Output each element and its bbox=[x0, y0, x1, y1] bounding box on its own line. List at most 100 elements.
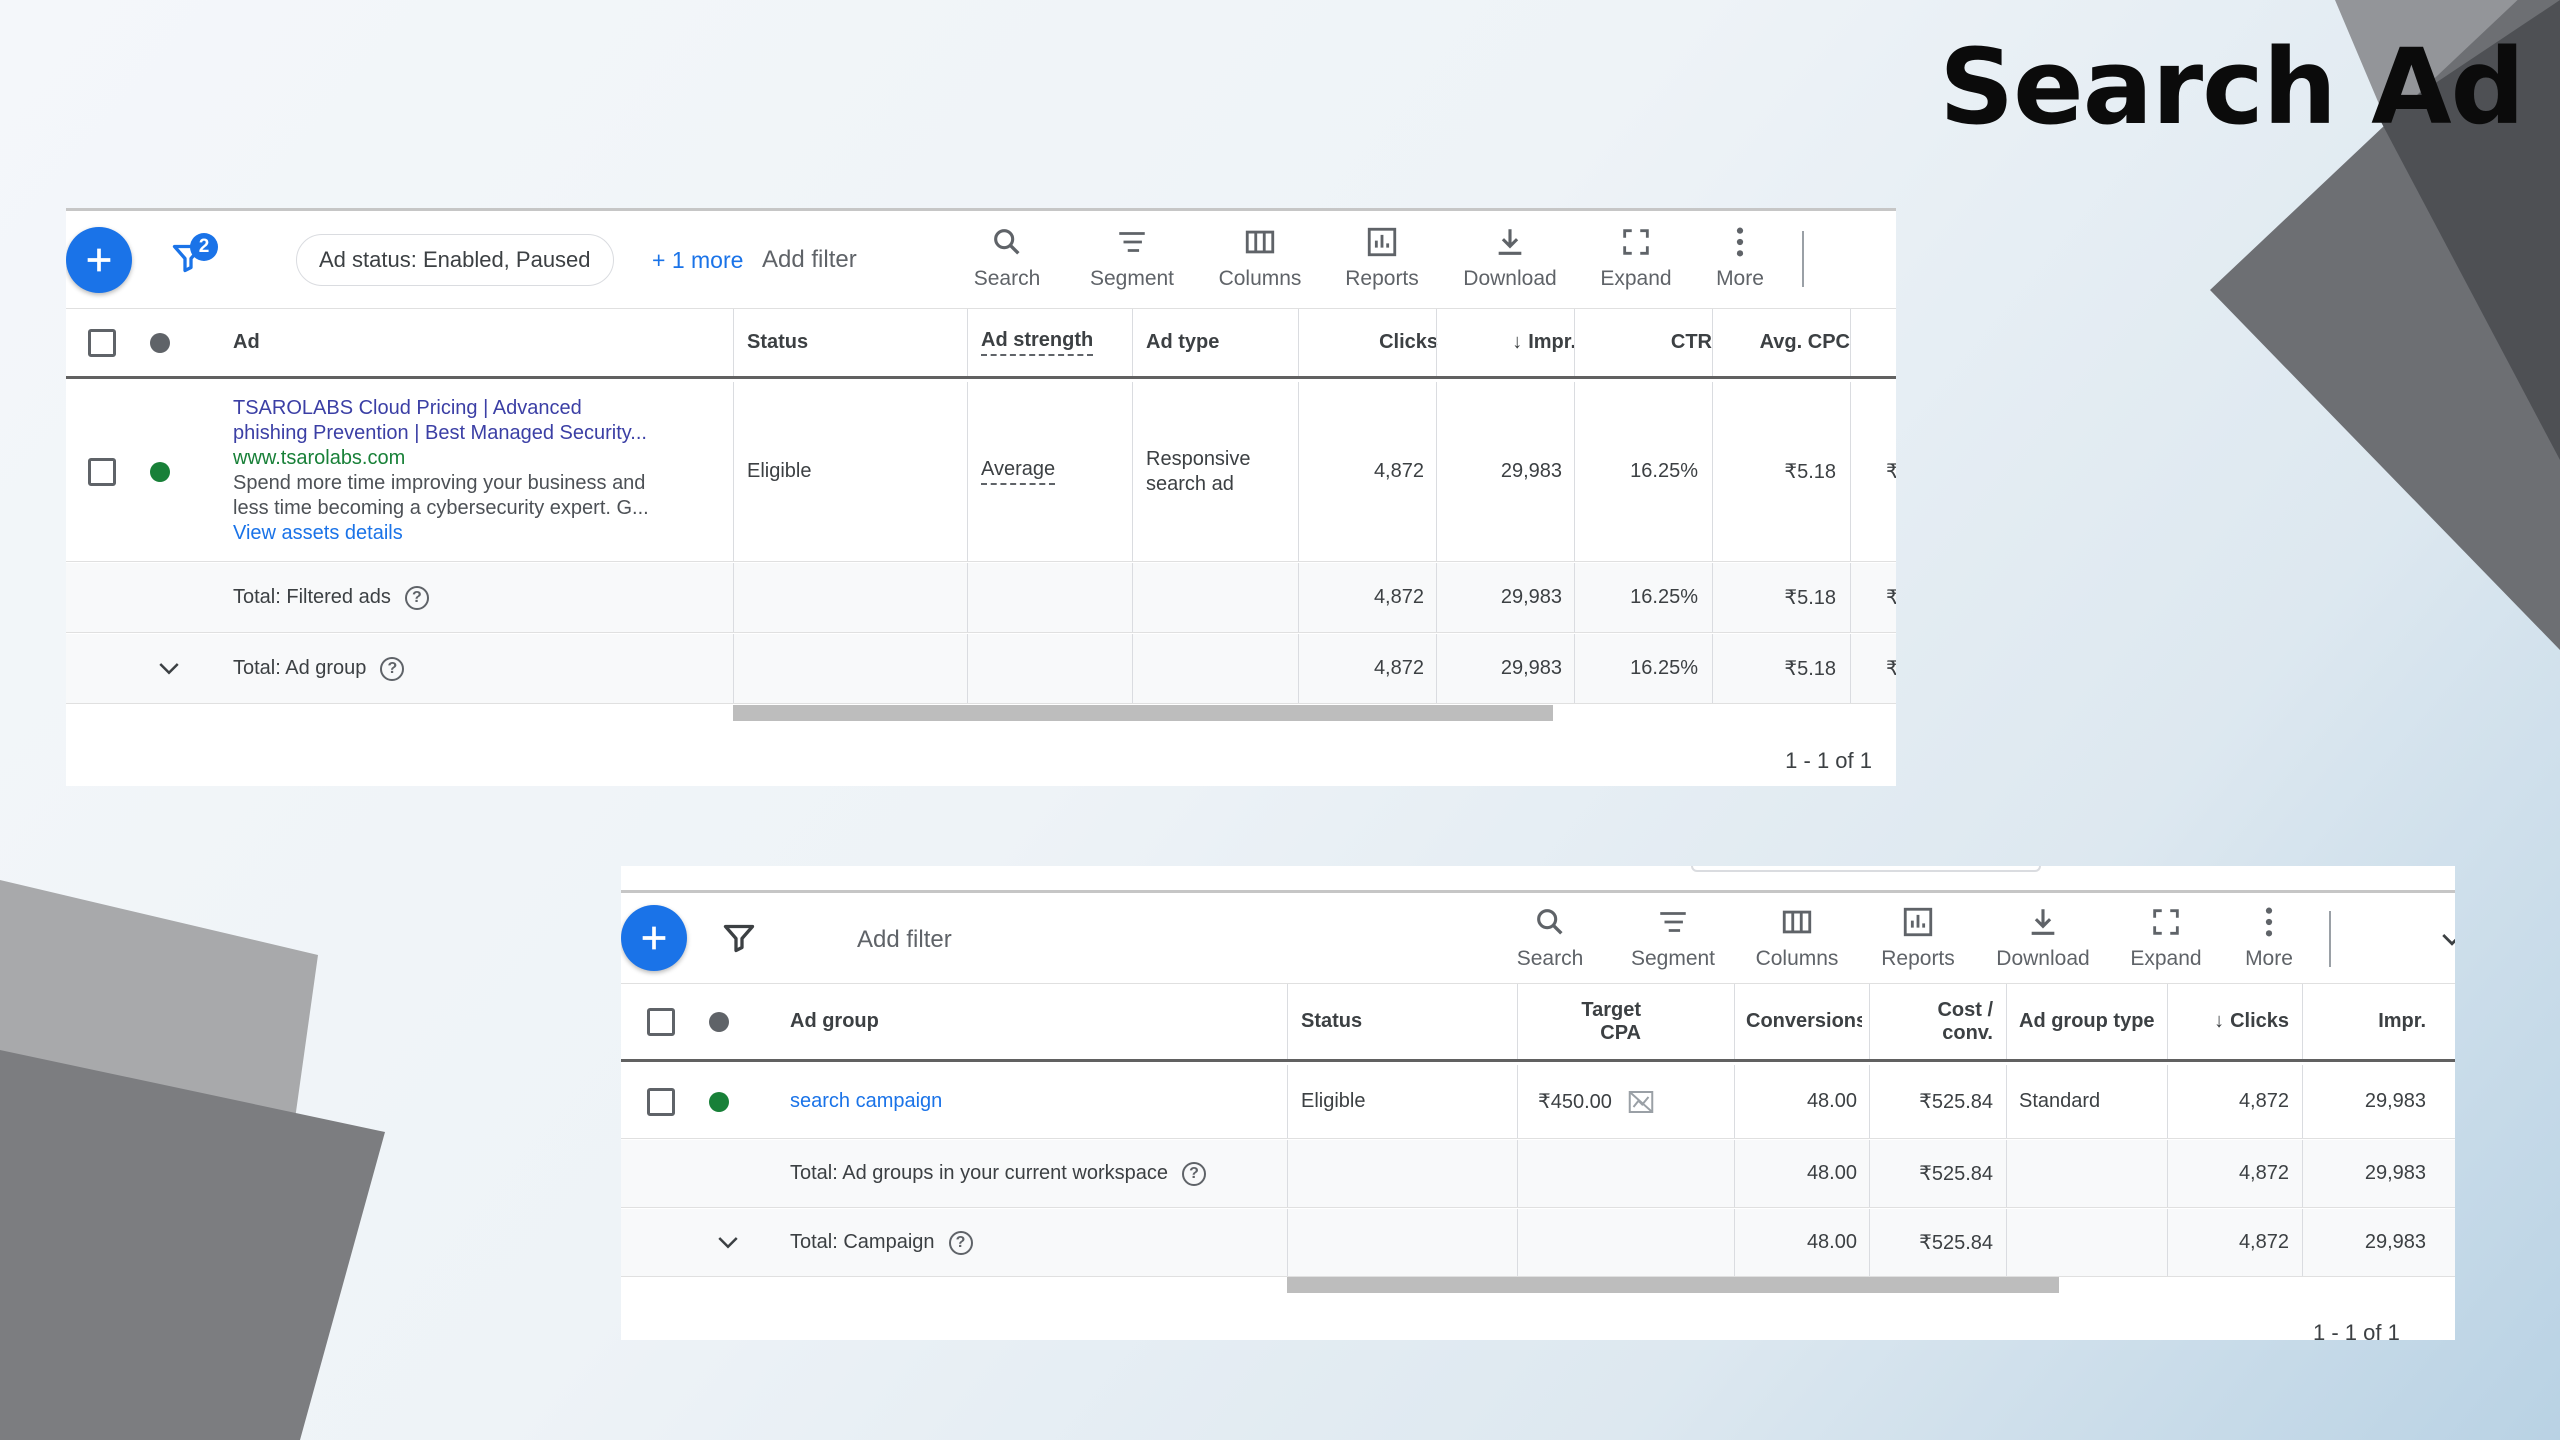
select-all-checkbox[interactable] bbox=[647, 1008, 675, 1036]
total-filtered-avg-cpc: ₹5.18 bbox=[1784, 587, 1836, 609]
toolbar-reports-label: Reports bbox=[1881, 947, 1955, 970]
toolbar-more-button[interactable]: More bbox=[1685, 225, 1795, 291]
ad-display-url: www.tsarolabs.com bbox=[233, 447, 406, 469]
total-filtered-impr: 29,983 bbox=[1500, 586, 1562, 608]
header-status[interactable]: Status bbox=[747, 309, 808, 376]
cost-per-conv-cell: ₹525.84 bbox=[1919, 1091, 1993, 1113]
table-row[interactable]: search campaign Eligible ₹450.00 48.00 ₹… bbox=[621, 1065, 2455, 1139]
ctr-cell: 16.25% bbox=[1630, 460, 1698, 482]
chevron-down-icon[interactable] bbox=[713, 1228, 743, 1258]
help-icon[interactable]: ? bbox=[948, 1230, 973, 1255]
toolbar-download-button[interactable]: Download bbox=[1988, 905, 2098, 971]
sort-arrow-down-icon: ↓ bbox=[1512, 331, 1523, 353]
search-icon bbox=[994, 229, 1020, 255]
pagination-text: 1 - 1 of 1 bbox=[1785, 748, 1872, 773]
total-campaign-label: Total: Campaign? bbox=[790, 1209, 973, 1276]
header-ctr[interactable]: CTR bbox=[1574, 309, 1712, 376]
total-filtered-row: Total: Filtered ads? 4,872 29,983 16.25%… bbox=[66, 563, 1896, 633]
toolbar-columns-button[interactable]: Columns bbox=[1205, 225, 1315, 291]
toolbar-search-label: Search bbox=[973, 267, 1041, 290]
toolbar-search-button[interactable]: Search bbox=[1495, 905, 1605, 971]
header-ad-group-type[interactable]: Ad group type bbox=[2019, 984, 2155, 1059]
view-assets-details-link[interactable]: View assets details bbox=[233, 521, 723, 546]
add-filter-button[interactable]: Add filter bbox=[762, 246, 857, 274]
more-vert-icon bbox=[1736, 227, 1744, 257]
filter-count-badge: 2 bbox=[190, 233, 218, 261]
clicks-cell: 4,872 bbox=[1373, 460, 1424, 482]
ad-status-filter-chip[interactable]: Ad status: Enabled, Paused bbox=[296, 234, 614, 286]
help-icon[interactable]: ? bbox=[1181, 1161, 1206, 1186]
toolbar-search-button[interactable]: Search bbox=[952, 225, 1062, 291]
search-icon bbox=[1537, 909, 1563, 935]
chevron-down-icon[interactable] bbox=[2437, 925, 2455, 955]
header-cost-per-conv[interactable]: Cost / conv. bbox=[1869, 984, 1993, 1059]
row-checkbox[interactable] bbox=[647, 1088, 675, 1116]
header-ad-strength[interactable]: Ad strength bbox=[981, 309, 1094, 376]
horizontal-scrollbar[interactable] bbox=[733, 705, 1553, 721]
total-group-impr: 29,983 bbox=[1500, 657, 1562, 679]
toolbar-columns-button[interactable]: Columns bbox=[1742, 905, 1852, 971]
more-filters-link[interactable]: + 1 more bbox=[652, 247, 743, 274]
clicks-cell: 4,872 bbox=[2238, 1090, 2289, 1112]
segment-icon bbox=[1119, 232, 1145, 252]
help-icon[interactable]: ? bbox=[404, 585, 429, 610]
ad-strength-cell[interactable]: Average bbox=[981, 382, 1056, 561]
row-checkbox[interactable] bbox=[88, 458, 116, 486]
toolbar-reports-button[interactable]: Reports bbox=[1327, 225, 1437, 291]
ad-headline-line2[interactable]: phishing Prevention | Best Managed Secur… bbox=[233, 421, 723, 446]
chart-off-icon[interactable] bbox=[1626, 1087, 1656, 1117]
select-all-checkbox[interactable] bbox=[88, 329, 116, 357]
header-conversions[interactable]: Conversions bbox=[1746, 984, 1862, 1059]
total-group-ctr: 16.25% bbox=[1630, 657, 1698, 679]
header-ad-type[interactable]: Ad type bbox=[1146, 309, 1219, 376]
ad-group-status-cell: Eligible bbox=[1301, 1090, 1366, 1112]
toolbar-more-button[interactable]: More bbox=[2214, 905, 2324, 971]
total-workspace-conversions: 48.00 bbox=[1806, 1162, 1857, 1184]
add-ad-group-button[interactable] bbox=[621, 905, 687, 971]
header-impr[interactable]: ↓ Impr. bbox=[1436, 309, 1576, 376]
toolbar-segment-button[interactable]: Segment bbox=[1077, 225, 1187, 291]
total-filtered-label: Total: Filtered ads? bbox=[233, 563, 429, 632]
header-target-cpa[interactable]: Target CPA bbox=[1517, 984, 1641, 1059]
ad-preview: TSAROLABS Cloud Pricing | Advanced phish… bbox=[233, 396, 723, 546]
total-workspace-clicks: 4,872 bbox=[2238, 1162, 2289, 1184]
toolbar-columns-label: Columns bbox=[1218, 267, 1302, 290]
chevron-down-icon[interactable] bbox=[154, 654, 184, 684]
horizontal-scrollbar[interactable] bbox=[1287, 1277, 2059, 1293]
table-row[interactable]: TSAROLABS Cloud Pricing | Advanced phish… bbox=[66, 382, 1896, 562]
total-ad-group-label: Total: Ad group? bbox=[233, 634, 405, 703]
ads-table-panel: 2 Ad status: Enabled, Paused + 1 more Ad… bbox=[66, 208, 1896, 786]
toolbar-download-button[interactable]: Download bbox=[1455, 225, 1565, 291]
filter-button[interactable] bbox=[721, 917, 757, 962]
cropped-field bbox=[1691, 866, 2041, 872]
toolbar-more-label: More bbox=[2245, 947, 2293, 970]
ads-toolbar: 2 Ad status: Enabled, Paused + 1 more Ad… bbox=[66, 211, 1896, 309]
ad-group-name-link[interactable]: search campaign bbox=[790, 1065, 942, 1138]
impr-cell: 29,983 bbox=[2364, 1090, 2426, 1112]
help-icon[interactable]: ? bbox=[380, 656, 405, 681]
toolbar-expand-button[interactable]: Expand bbox=[2111, 905, 2221, 971]
toolbar-segment-button[interactable]: Segment bbox=[1618, 905, 1728, 971]
filter-icon bbox=[723, 924, 755, 953]
filter-button[interactable]: 2 bbox=[170, 233, 218, 282]
toolbar-search-label: Search bbox=[1516, 947, 1584, 970]
add-ad-button[interactable] bbox=[66, 227, 132, 293]
header-ad[interactable]: Ad bbox=[233, 309, 260, 376]
add-filter-button[interactable]: Add filter bbox=[857, 926, 952, 954]
header-avg-cpc[interactable]: Avg. CPC bbox=[1712, 309, 1850, 376]
reports-icon bbox=[1903, 907, 1933, 937]
header-clicks[interactable]: Clicks bbox=[1298, 309, 1438, 376]
toolbar-expand-button[interactable]: Expand bbox=[1581, 225, 1691, 291]
header-clicks[interactable]: ↓ Clicks bbox=[2167, 984, 2289, 1059]
toolbar-reports-button[interactable]: Reports bbox=[1863, 905, 1973, 971]
toolbar-columns-label: Columns bbox=[1755, 947, 1839, 970]
expand-icon bbox=[2153, 909, 2179, 935]
header-status[interactable]: Status bbox=[1301, 984, 1362, 1059]
total-ad-group-row: Total: Ad group? 4,872 29,983 16.25% ₹5.… bbox=[66, 634, 1896, 704]
header-impr[interactable]: Impr. bbox=[2302, 984, 2426, 1059]
toolbar-segment-label: Segment bbox=[1630, 947, 1716, 970]
header-ad-group[interactable]: Ad group bbox=[790, 984, 879, 1059]
ad-headline-line1[interactable]: TSAROLABS Cloud Pricing | Advanced bbox=[233, 396, 723, 421]
adgroups-table-header: Ad group Status Target CPA Conversions C… bbox=[621, 984, 2455, 1062]
slide-title: Search Ad bbox=[1939, 26, 2525, 148]
